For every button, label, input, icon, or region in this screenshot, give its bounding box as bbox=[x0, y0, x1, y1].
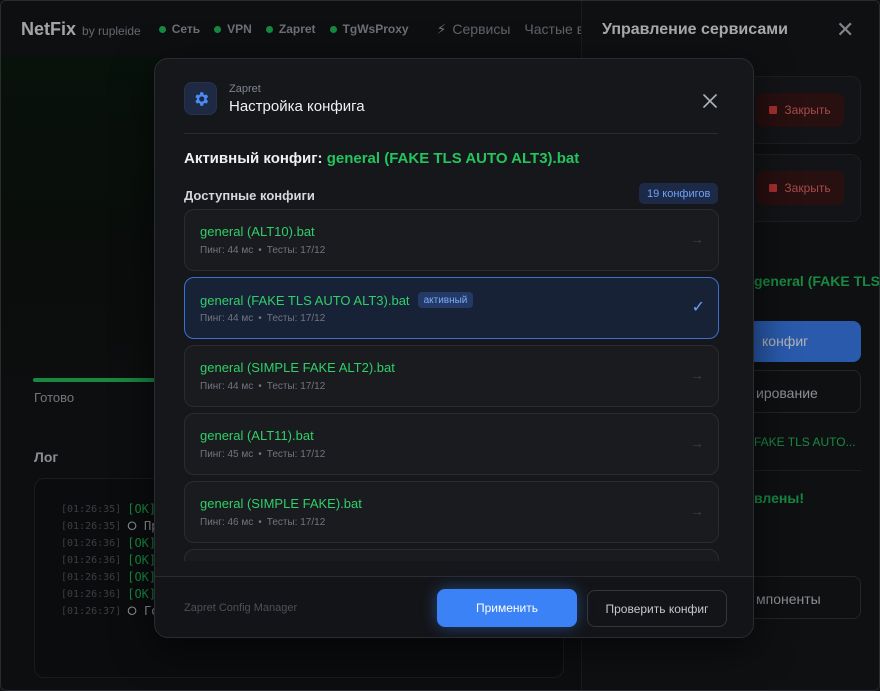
config-meta: Пинг: 44 мс • Тесты: 17/12 bbox=[200, 245, 325, 256]
config-item[interactable]: general (SIMPLE FAKE ALT2).bat Пинг: 44 м… bbox=[184, 345, 719, 407]
config-ping: Пинг: 44 мс bbox=[200, 245, 254, 256]
config-name: general (SIMPLE FAKE ALT2).bat bbox=[200, 360, 395, 375]
close-icon[interactable] bbox=[695, 86, 725, 116]
config-meta: Пинг: 45 мс • Тесты: 17/12 bbox=[200, 449, 325, 460]
modal-title: Настройка конфига bbox=[229, 98, 365, 115]
config-tests: Тесты: 17/12 bbox=[266, 449, 326, 460]
separator: • bbox=[258, 245, 262, 256]
separator: • bbox=[258, 449, 262, 460]
config-name: general (ALT10).bat bbox=[200, 224, 315, 239]
config-name: general (FAKE TLS AUTO ALT3).bat активный bbox=[200, 292, 474, 308]
check-icon: ✓ bbox=[691, 299, 705, 316]
config-name-text: general (ALT11).bat bbox=[200, 428, 314, 443]
gear-icon bbox=[184, 82, 217, 115]
active-config-prefix: Активный конфиг: bbox=[184, 150, 323, 167]
config-tests: Тесты: 17/12 bbox=[266, 313, 326, 324]
separator: • bbox=[258, 313, 262, 324]
arrow-right-icon: → bbox=[690, 231, 704, 247]
config-meta: Пинг: 46 мс • Тесты: 17/12 bbox=[200, 517, 325, 528]
config-count-badge: 19 конфигов bbox=[639, 183, 719, 204]
config-modal: Zapret Настройка конфига Активный конфиг… bbox=[154, 58, 754, 638]
separator: • bbox=[258, 517, 262, 528]
separator: • bbox=[258, 381, 262, 392]
config-name-text: general (ALT10).bat bbox=[200, 224, 315, 239]
modal-footer: Zapret Config Manager Применить Проверит… bbox=[155, 576, 753, 637]
active-config-name: general (FAKE TLS AUTO ALT3).bat bbox=[326, 150, 580, 167]
config-name-text: general (FAKE TLS AUTO ALT3).bat bbox=[200, 292, 410, 308]
config-item[interactable]: general (ALT10).bat Пинг: 44 мс • Тесты: 17… bbox=[184, 209, 719, 271]
active-badge: активный bbox=[417, 292, 474, 308]
divider bbox=[184, 133, 718, 134]
config-name-text: general (SIMPLE FAKE).bat bbox=[200, 496, 362, 511]
apply-button[interactable]: Применить bbox=[437, 589, 577, 627]
config-name: general (ALT11).bat bbox=[200, 428, 314, 443]
config-item[interactable]: general (SIMPLE FAKE).bat Пинг: 46 мс • Тес… bbox=[184, 481, 719, 543]
footer-note: Zapret Config Manager bbox=[184, 602, 298, 614]
config-list[interactable]: general (ALT10).bat Пинг: 44 мс • Тесты: 17… bbox=[184, 209, 719, 561]
config-ping: Пинг: 44 мс bbox=[200, 381, 254, 392]
config-item[interactable] bbox=[184, 549, 719, 561]
arrow-right-icon: → bbox=[690, 435, 704, 451]
check-config-button[interactable]: Проверить конфиг bbox=[587, 590, 727, 627]
config-ping: Пинг: 44 мс bbox=[200, 313, 254, 324]
config-name: general (SIMPLE FAKE).bat bbox=[200, 496, 362, 511]
config-tests: Тесты: 17/12 bbox=[266, 245, 326, 256]
arrow-right-icon: → bbox=[690, 367, 704, 383]
arrow-right-icon: → bbox=[690, 503, 704, 519]
config-tests: Тесты: 17/12 bbox=[266, 381, 326, 392]
config-meta: Пинг: 44 мс • Тесты: 17/12 bbox=[200, 313, 325, 324]
config-ping: Пинг: 45 мс bbox=[200, 449, 254, 460]
available-configs-label: Доступные конфиги bbox=[184, 188, 315, 203]
config-item-active[interactable]: general (FAKE TLS AUTO ALT3).bat активный… bbox=[184, 277, 719, 339]
app-window: NetFix by rupleide Сеть VPN Zapret TgWsP… bbox=[0, 0, 880, 691]
modal-header: Zapret Настройка конфига bbox=[155, 59, 753, 133]
modal-subtitle: Zapret bbox=[229, 83, 261, 95]
config-name-text: general (SIMPLE FAKE ALT2).bat bbox=[200, 360, 395, 375]
config-ping: Пинг: 46 мс bbox=[200, 517, 254, 528]
config-meta: Пинг: 44 мс • Тесты: 17/12 bbox=[200, 381, 325, 392]
config-item[interactable]: general (ALT11).bat Пинг: 45 мс • Тесты: 17… bbox=[184, 413, 719, 475]
config-tests: Тесты: 17/12 bbox=[266, 517, 326, 528]
active-config-line: Активный конфиг: general (FAKE TLS AUTO … bbox=[184, 150, 579, 167]
